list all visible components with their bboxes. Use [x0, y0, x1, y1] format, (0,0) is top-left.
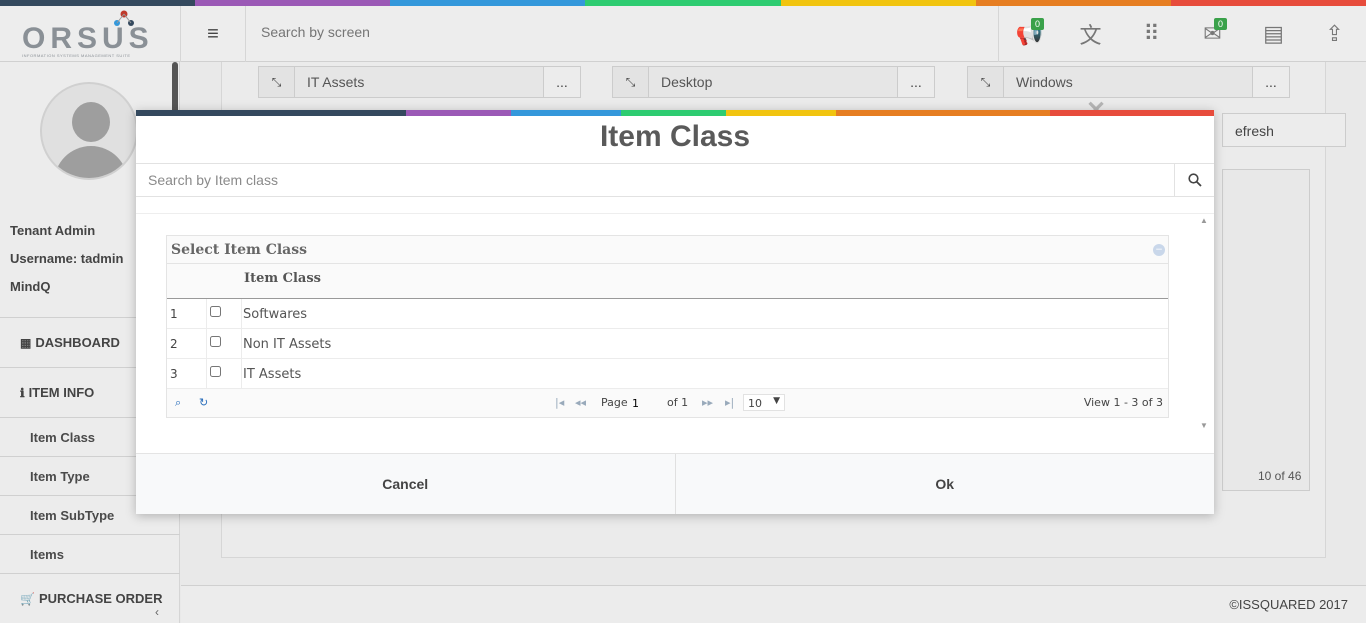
row-item-class: Softwares — [243, 307, 308, 322]
modal-body: ▲ ▼ Select Item Class − Item Class 1 Sof… — [136, 213, 1214, 453]
prev-page-icon[interactable]: ◂◂ — [575, 396, 586, 409]
column-header-item-class[interactable]: Item Class — [244, 271, 321, 286]
modal-color-strip — [136, 110, 1214, 116]
row-checkbox-cell — [207, 299, 242, 328]
ok-button[interactable]: Ok — [674, 454, 1215, 514]
table-row[interactable]: 2 Non IT Assets — [167, 329, 1168, 359]
color-strip-segment — [726, 110, 836, 116]
page-number-input[interactable] — [632, 396, 662, 410]
scroll-down-icon[interactable]: ▼ — [1200, 421, 1208, 430]
table-row[interactable]: 3 IT Assets — [167, 359, 1168, 389]
search-icon — [1187, 173, 1202, 187]
item-class-modal: Item Class ▲ ▼ Select Item Class − Item … — [136, 110, 1214, 514]
dropdown-arrow-icon: ▼ — [773, 396, 780, 406]
color-strip-segment — [511, 110, 621, 116]
page-size-value: 10 — [748, 397, 762, 410]
modal-search-bar — [136, 163, 1214, 197]
grid-pager: ⌕ ↻ |◂ ◂◂ Page of 1 ▸▸ ▸| 10 ▼ View 1 - … — [167, 389, 1168, 417]
last-page-icon[interactable]: ▸| — [725, 396, 734, 409]
row-number: 1 — [167, 299, 207, 328]
page-size-select[interactable]: 10 ▼ — [743, 394, 785, 411]
refresh-grid-icon[interactable]: ↻ — [199, 396, 208, 409]
page-total: of 1 — [667, 396, 689, 409]
next-page-icon[interactable]: ▸▸ — [702, 396, 713, 409]
row-checkbox[interactable] — [210, 336, 221, 347]
collapse-toggle-icon[interactable]: − — [1153, 244, 1165, 256]
row-item-class: IT Assets — [243, 367, 302, 382]
color-strip-segment — [621, 110, 726, 116]
item-class-search-input[interactable] — [136, 164, 1174, 196]
page-label: Page — [601, 396, 628, 409]
color-strip-segment — [836, 110, 1050, 116]
row-checkbox-cell — [207, 329, 242, 358]
item-class-grid: Select Item Class − Item Class 1 Softwar… — [166, 235, 1169, 418]
modal-title: Item Class — [599, 120, 751, 153]
cancel-button[interactable]: Cancel — [136, 454, 675, 514]
search-grid-icon[interactable]: ⌕ — [175, 396, 181, 410]
row-item-class: Non IT Assets — [243, 337, 332, 352]
scroll-up-icon[interactable]: ▲ — [1200, 216, 1208, 225]
row-checkbox[interactable] — [210, 366, 221, 377]
row-number: 3 — [167, 359, 207, 388]
color-strip-segment — [1050, 110, 1214, 116]
grid-caption-title: Select Item Class — [171, 242, 308, 258]
color-strip-segment — [136, 110, 406, 116]
color-strip-segment — [406, 110, 511, 116]
first-page-icon[interactable]: |◂ — [555, 396, 564, 409]
row-checkbox[interactable] — [210, 306, 221, 317]
table-row[interactable]: 1 Softwares — [167, 299, 1168, 329]
search-button[interactable] — [1174, 164, 1214, 196]
view-record-count: View 1 - 3 of 3 — [1083, 396, 1163, 409]
row-checkbox-cell — [207, 359, 242, 388]
modal-footer: Cancel Ok — [136, 453, 1214, 514]
row-number: 2 — [167, 329, 207, 358]
grid-caption: Select Item Class − — [167, 236, 1168, 264]
grid-header: Item Class — [167, 264, 1168, 299]
